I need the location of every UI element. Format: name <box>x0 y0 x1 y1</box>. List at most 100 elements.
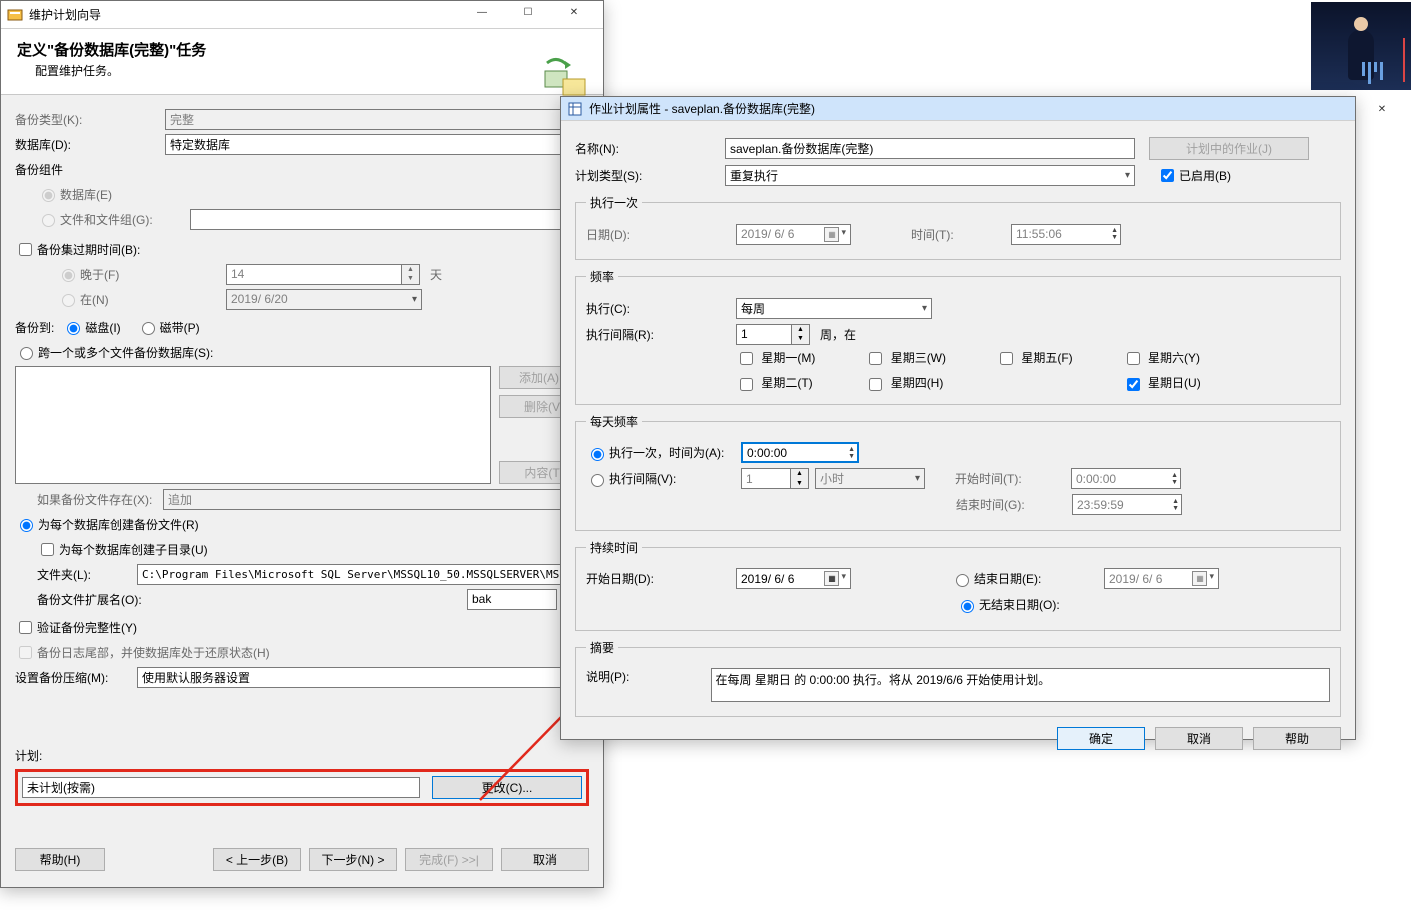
once-date-input: 2019/ 6/ 6▦▾ <box>736 224 851 245</box>
verify-integrity-label: 验证备份完整性(Y) <box>37 619 137 636</box>
backup-to-label: 备份到: <box>15 319 54 336</box>
weekday-wed[interactable]: 星期三(W) <box>865 349 946 368</box>
duration-legend: 持续时间 <box>586 539 642 556</box>
wizard-max-button[interactable]: ☐ <box>505 0 551 27</box>
expire-on-radio <box>62 294 75 307</box>
wizard-cancel-button[interactable]: 取消 <box>501 848 589 871</box>
daily-interval-radio[interactable] <box>591 474 604 487</box>
wizard-header-title: 定义"备份数据库(完整)"任务 <box>17 39 587 60</box>
database-label: 数据库(D): <box>15 136 165 153</box>
weekday-sat[interactable]: 星期六(Y) <box>1123 349 1201 368</box>
freq-exec-label: 执行(C): <box>586 300 736 317</box>
daily-interval-spinner: ▲▼ <box>741 468 809 489</box>
summary-group: 摘要 说明(P): 在每周 星期日 的 0:00:00 执行。将从 2019/6… <box>575 639 1341 717</box>
calendar-icon: ▦ <box>824 571 839 586</box>
tail-log-checkbox <box>19 646 32 659</box>
daily-once-radio[interactable] <box>591 448 604 461</box>
sched-name-input[interactable] <box>725 138 1135 159</box>
if-exists-label: 如果备份文件存在(X): <box>37 491 163 508</box>
verify-integrity-checkbox[interactable] <box>19 621 32 634</box>
weekday-thu[interactable]: 星期四(H) <box>865 374 946 393</box>
dur-end-date-input: 2019/ 6/ 6▦▾ <box>1104 568 1219 589</box>
expire-on-date: 2019/ 6/20▾ <box>226 289 422 310</box>
wizard-close-button[interactable]: ✕ <box>551 0 597 27</box>
freq-interval-label: 执行间隔(R): <box>586 326 736 343</box>
compression-label: 设置备份压缩(M): <box>15 669 137 686</box>
frequency-group: 频率 执行(C): 每周▾ 执行间隔(R): ▲▼ 周，在 星期一(M) 星期二… <box>575 268 1341 405</box>
daily-end-time-input: 23:59:59 ▲▼ <box>1072 494 1182 515</box>
daily-frequency-group: 每天频率 执行一次，时间为(A): 0:00:00 ▲▼ 执行间隔(V): ▲▼… <box>575 413 1341 531</box>
freq-exec-combo[interactable]: 每周▾ <box>736 298 932 319</box>
duration-group: 持续时间 开始日期(D): 2019/ 6/ 6▦▾ 结束日期(E): 2019… <box>575 539 1341 631</box>
per-db-file-radio[interactable] <box>20 519 33 532</box>
freq-interval-spinner[interactable]: ▲▼ <box>736 324 810 345</box>
wizard-help-button[interactable]: 帮助(H) <box>15 848 105 871</box>
jobs-in-schedule-button: 计划中的作业(J) <box>1149 137 1309 160</box>
backup-to-disk-radio[interactable] <box>67 322 80 335</box>
once-group: 执行一次 日期(D): 2019/ 6/ 6▦▾ 时间(T): 11:55:06… <box>575 194 1341 260</box>
backup-components-label: 备份组件 <box>15 161 63 178</box>
component-files-input <box>190 209 589 230</box>
once-time-label: 时间(T): <box>911 226 1011 243</box>
across-files-radio[interactable] <box>20 347 33 360</box>
calendar-icon: ▦ <box>824 227 839 242</box>
video-pip-overlay[interactable] <box>1311 2 1411 90</box>
weekday-mon[interactable]: 星期一(M) <box>736 349 815 368</box>
sched-type-combo[interactable]: 重复执行▾ <box>725 165 1135 186</box>
compression-combo[interactable]: 使用默认服务器设置▾ <box>137 667 589 688</box>
wizard-back-button[interactable]: < 上一步(B) <box>213 848 301 871</box>
daily-start-time-input: 0:00:00 ▲▼ <box>1071 468 1181 489</box>
backup-files-listbox[interactable] <box>15 366 491 484</box>
calendar-icon: ▦ <box>1192 571 1207 586</box>
sched-type-label: 计划类型(S): <box>575 167 725 184</box>
daily-interval-label: 执行间隔(V): <box>609 470 741 487</box>
weekday-sun[interactable]: 星期日(U) <box>1123 374 1201 393</box>
daily-once-label: 执行一次，时间为(A): <box>609 444 741 461</box>
daily-interval-unit-combo: 小时▾ <box>815 468 925 489</box>
schedule-titlebar[interactable]: 作业计划属性 - saveplan.备份数据库(完整) <box>561 97 1355 121</box>
schedule-app-icon <box>567 101 583 117</box>
daily-frequency-legend: 每天频率 <box>586 413 642 430</box>
sched-cancel-button[interactable]: 取消 <box>1155 727 1243 750</box>
dur-no-end-radio[interactable] <box>961 600 974 613</box>
once-group-legend: 执行一次 <box>586 194 642 211</box>
schedule-dialog: 作业计划属性 - saveplan.备份数据库(完整) 名称(N): 计划中的作… <box>560 96 1356 740</box>
if-exists-combo: 追加 <box>163 489 589 510</box>
expire-after-unit: 天 <box>430 266 442 283</box>
dur-start-date-input[interactable]: 2019/ 6/ 6▦▾ <box>736 568 851 589</box>
sched-enabled-checkbox[interactable] <box>1161 169 1174 182</box>
wizard-titlebar[interactable]: 维护计划向导 — ☐ ✕ <box>1 1 603 29</box>
folder-input[interactable] <box>137 564 589 585</box>
component-database-label: 数据库(E) <box>60 186 112 203</box>
weekday-tue[interactable]: 星期二(T) <box>736 374 815 393</box>
backup-to-tape-radio[interactable] <box>142 322 155 335</box>
daily-once-time-input[interactable]: 0:00:00 ▲▼ <box>741 442 859 463</box>
change-schedule-button[interactable]: 更改(C)... <box>432 776 582 799</box>
tail-log-label: 备份日志尾部，并使数据库处于还原状态(H) <box>37 644 270 661</box>
wizard-window: 维护计划向导 — ☐ ✕ 定义"备份数据库(完整)"任务 配置维护任务。 备份类… <box>0 0 604 888</box>
weekday-fri[interactable]: 星期五(F) <box>996 349 1073 368</box>
summary-textarea[interactable]: 在每周 星期日 的 0:00:00 执行。将从 2019/6/6 开始使用计划。 <box>711 668 1330 702</box>
freq-interval-unit: 周，在 <box>820 326 856 343</box>
expire-after-days-spinner: ▲▼ <box>226 264 420 285</box>
outer-close-button[interactable]: ✕ <box>1359 95 1405 123</box>
wizard-min-button[interactable]: — <box>459 0 505 27</box>
dur-end-date-label: 结束日期(E): <box>974 570 1104 587</box>
per-db-subdir-label: 为每个数据库创建子目录(U) <box>59 541 208 558</box>
wizard-header-icon <box>541 53 589 101</box>
daily-start-label: 开始时间(T): <box>955 470 1071 487</box>
dur-end-date-radio[interactable] <box>956 574 969 587</box>
database-combo[interactable]: 特定数据库▾ <box>165 134 589 155</box>
backup-type-combo: 完整 <box>165 109 589 130</box>
wizard-next-button[interactable]: 下一步(N) > <box>309 848 397 871</box>
extension-input[interactable] <box>467 589 557 610</box>
schedule-row-highlight: 更改(C)... <box>15 769 589 806</box>
dur-no-end-label: 无结束日期(O): <box>979 596 1060 613</box>
set-expire-checkbox[interactable] <box>19 243 32 256</box>
per-db-subdir-checkbox[interactable] <box>41 543 54 556</box>
sched-ok-button[interactable]: 确定 <box>1057 727 1145 750</box>
schedule-display-input[interactable] <box>22 777 420 798</box>
frequency-group-legend: 频率 <box>586 268 618 285</box>
backup-to-disk-label: 磁盘(I) <box>85 319 120 336</box>
sched-help-button[interactable]: 帮助 <box>1253 727 1341 750</box>
